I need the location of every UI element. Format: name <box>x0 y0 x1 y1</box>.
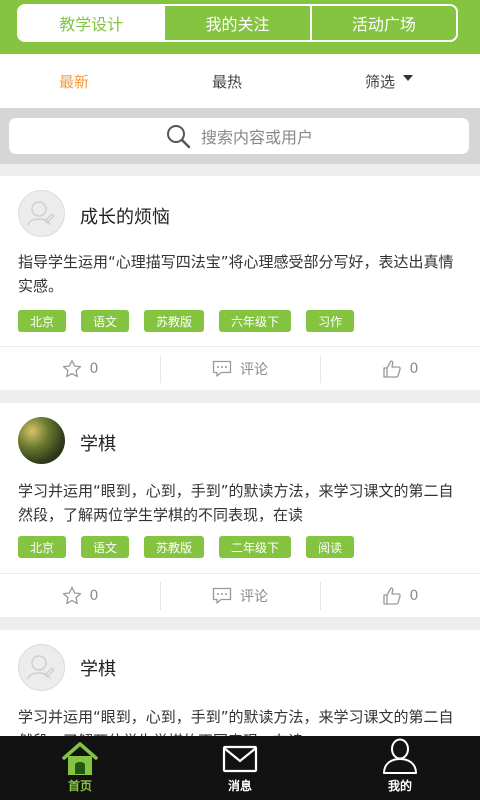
default-avatar-icon <box>27 201 55 226</box>
comment-icon <box>212 587 232 604</box>
segmented-tabs: 教学设计 我的关注 活动广场 <box>17 4 458 42</box>
tag-list: 北京 语文 苏教版 六年级下 习作 <box>18 310 355 332</box>
sort-bar: 最新 最热 筛选 <box>0 54 480 108</box>
favorite-button[interactable]: 0 <box>0 574 160 618</box>
favorite-button[interactable]: 0 <box>0 347 160 391</box>
post-title[interactable]: 成长的烦恼 <box>80 203 170 229</box>
avatar[interactable] <box>18 644 65 691</box>
nav-messages-label: 消息 <box>227 779 252 793</box>
tag[interactable]: 北京 <box>18 536 67 558</box>
post-title[interactable]: 学棋 <box>80 655 116 681</box>
search-area: 搜索内容或用户 <box>0 108 480 164</box>
nav-home[interactable]: 首页 <box>0 736 160 800</box>
tab-activity-square[interactable]: 活动广场 <box>309 6 456 40</box>
thumbs-up-icon <box>382 360 401 378</box>
tag[interactable]: 习作 <box>306 310 355 332</box>
post-title[interactable]: 学棋 <box>80 430 116 456</box>
post-card[interactable]: 学棋 学习并运用“眼到，心到，手到”的默读方法，来学习课文的第二自然段，了解两位… <box>0 403 480 617</box>
filter-dropdown[interactable]: 筛选 <box>365 54 414 108</box>
caret-down-icon <box>403 75 414 81</box>
user-icon <box>383 738 417 774</box>
tag-list: 北京 语文 苏教版 二年级下 阅读 <box>18 536 355 558</box>
avatar[interactable] <box>18 190 65 237</box>
envelope-icon <box>222 745 258 773</box>
nav-mine-label: 我的 <box>387 779 412 793</box>
tag[interactable]: 语文 <box>81 310 130 332</box>
tag[interactable]: 苏教版 <box>144 536 205 558</box>
post-card[interactable]: 学棋 学习并运用“眼到，心到，手到”的默读方法，来学习课文的第二自然段，了解两位… <box>0 630 480 736</box>
comment-button[interactable]: 评论 <box>160 574 320 618</box>
post-card[interactable]: 成长的烦恼 指导学生运用“心理描写四法宝”将心理感受部分写好，表达出真情实感。 … <box>0 176 480 390</box>
like-button[interactable]: 0 <box>320 347 480 391</box>
favorite-count: 0 <box>89 588 99 604</box>
tag[interactable]: 二年级下 <box>219 536 292 558</box>
tag[interactable]: 六年级下 <box>219 310 292 332</box>
sort-latest[interactable]: 最新 <box>59 54 89 108</box>
comment-label: 评论 <box>240 589 268 605</box>
thumbs-up-icon <box>382 587 401 605</box>
tag[interactable]: 北京 <box>18 310 67 332</box>
post-description: 指导学生运用“心理描写四法宝”将心理感受部分写好，表达出真情实感。 <box>18 253 454 295</box>
like-button[interactable]: 0 <box>320 574 480 618</box>
search-icon <box>166 125 191 149</box>
tag[interactable]: 苏教版 <box>144 310 205 332</box>
comment-icon <box>212 360 232 377</box>
tag[interactable]: 阅读 <box>306 536 355 558</box>
tab-my-follow[interactable]: 我的关注 <box>163 6 309 40</box>
tab-teaching-design[interactable]: 教学设计 <box>19 6 164 40</box>
post-description: 学习并运用“眼到，心到，手到”的默读方法，来学习课文的第二自然段，了解两位学生学… <box>18 708 454 736</box>
sort-hottest[interactable]: 最热 <box>212 54 242 108</box>
comment-label: 评论 <box>240 362 268 378</box>
nav-messages[interactable]: 消息 <box>160 736 320 800</box>
star-icon <box>62 359 81 378</box>
nav-mine[interactable]: 我的 <box>320 736 480 800</box>
post-description: 学习并运用“眼到，心到，手到”的默读方法，来学习课文的第二自然段，了解两位学生学… <box>18 482 454 524</box>
bottom-nav: 首页 消息 我的 <box>0 736 480 800</box>
filter-label: 筛选 <box>365 72 396 91</box>
nav-home-label: 首页 <box>67 779 92 793</box>
favorite-count: 0 <box>89 361 99 377</box>
post-actions: 0 评论 0 <box>0 573 480 618</box>
home-icon <box>62 742 98 775</box>
tag[interactable]: 语文 <box>81 536 130 558</box>
comment-button[interactable]: 评论 <box>160 347 320 391</box>
star-icon <box>62 586 81 605</box>
like-count: 0 <box>409 361 419 377</box>
avatar[interactable] <box>18 417 65 464</box>
like-count: 0 <box>409 588 419 604</box>
search-input[interactable]: 搜索内容或用户 <box>9 118 469 154</box>
default-avatar-icon <box>27 655 55 680</box>
search-placeholder: 搜索内容或用户 <box>200 128 313 147</box>
top-header: 教学设计 我的关注 活动广场 <box>0 0 480 54</box>
post-actions: 0 评论 0 <box>0 346 480 391</box>
